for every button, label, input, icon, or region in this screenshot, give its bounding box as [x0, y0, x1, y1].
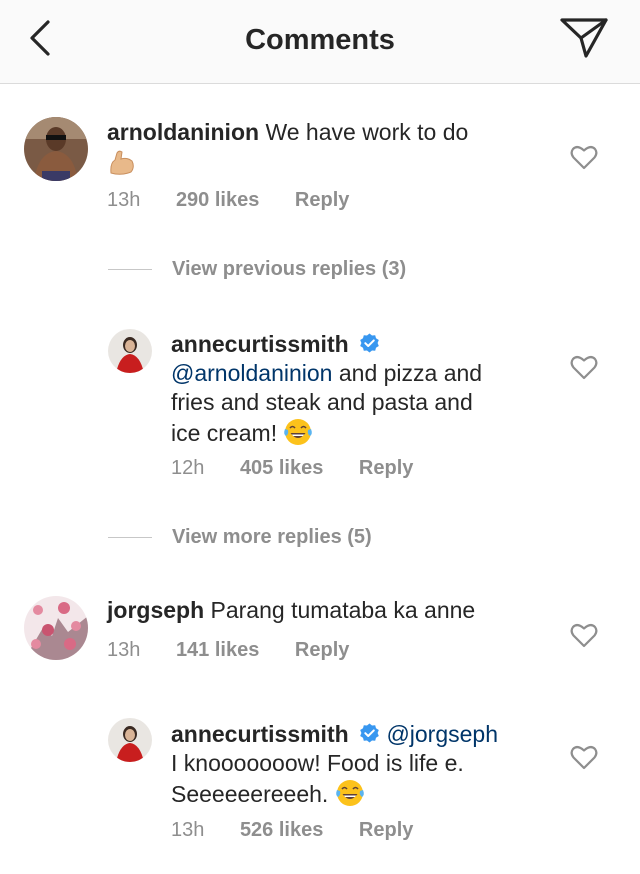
username-link[interactable]: arnoldaninion — [107, 119, 259, 145]
reply-text-line1: I knooooooow! Food is life e. — [171, 750, 464, 776]
comment-meta: 13h 290 likes Reply — [107, 189, 379, 212]
send-direct-icon[interactable] — [560, 16, 608, 60]
username-link[interactable]: annecurtissmith — [171, 721, 349, 747]
reply-meta: 13h 526 likes Reply — [171, 819, 443, 842]
divider-line — [108, 537, 152, 539]
reply-button[interactable]: Reply — [295, 189, 349, 211]
timestamp: 12h — [171, 457, 205, 479]
comment-body: jorgseph Parang tumataba ka anne — [107, 596, 557, 625]
avatar[interactable] — [24, 596, 88, 660]
avatar[interactable] — [24, 117, 88, 181]
reply-meta: 12h 405 likes Reply — [171, 457, 443, 480]
username-link[interactable]: jorgseph — [107, 597, 204, 623]
verified-badge-icon — [360, 333, 379, 353]
view-previous-replies-label: View previous replies (3) — [172, 258, 407, 280]
reply-text-line2: Seeeeeereeeh. — [171, 781, 335, 807]
header-bar: Comments — [0, 0, 640, 84]
view-more-replies-button[interactable]: View more replies (5) — [108, 526, 372, 549]
comment-text: We have work to do — [265, 119, 469, 145]
reply-text-line1: and pizza and — [332, 360, 483, 386]
reply-text-line2: fries and steak and pasta and — [171, 389, 473, 415]
avatar[interactable] — [108, 329, 152, 373]
mention-link[interactable]: @arnoldaninion — [171, 360, 332, 386]
avatar[interactable] — [108, 718, 152, 762]
flexed-biceps-icon — [110, 150, 134, 175]
divider-line — [108, 269, 152, 271]
comment-text: Parang tumataba ka anne — [210, 597, 476, 623]
comment-meta: 13h 141 likes Reply — [107, 639, 379, 662]
like-heart-icon[interactable] — [570, 354, 598, 380]
view-more-replies-label: View more replies (5) — [172, 526, 372, 548]
reply-body: annecurtissmith @jorgseph I knooooooow! … — [171, 720, 571, 809]
like-heart-icon[interactable] — [570, 622, 598, 648]
tears-of-joy-emoji-icon — [335, 780, 364, 806]
timestamp: 13h — [171, 819, 205, 841]
timestamp: 13h — [107, 639, 141, 661]
likes-count[interactable]: 141 likes — [176, 639, 259, 661]
page-title: Comments — [245, 24, 395, 56]
likes-count[interactable]: 405 likes — [240, 457, 323, 479]
verified-badge-icon — [360, 723, 379, 743]
comment-body: arnoldaninion We have work to do — [107, 118, 557, 178]
like-heart-icon[interactable] — [570, 744, 598, 770]
reply-button[interactable]: Reply — [359, 819, 413, 841]
likes-count[interactable]: 290 likes — [176, 189, 259, 211]
view-previous-replies-button[interactable]: View previous replies (3) — [108, 258, 406, 281]
reply-body: annecurtissmith @arnoldaninion and pizza… — [171, 330, 551, 448]
username-link[interactable]: annecurtissmith — [171, 331, 349, 357]
mention-link[interactable]: @jorgseph — [386, 721, 498, 747]
timestamp: 13h — [107, 189, 141, 211]
reply-button[interactable]: Reply — [295, 639, 349, 661]
reply-button[interactable]: Reply — [359, 457, 413, 479]
tears-of-joy-emoji-icon — [284, 419, 313, 445]
like-heart-icon[interactable] — [570, 144, 598, 170]
likes-count[interactable]: 526 likes — [240, 819, 323, 841]
reply-text-line3: ice cream! — [171, 420, 284, 446]
